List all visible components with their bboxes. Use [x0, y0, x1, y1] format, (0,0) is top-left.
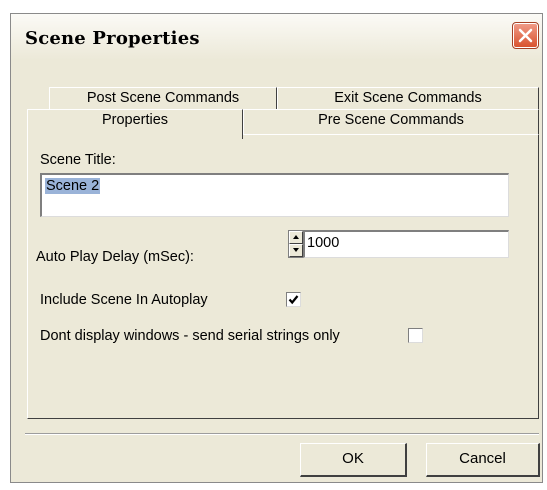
tab-exit-scene-commands[interactable]: Exit Scene Commands: [277, 87, 539, 109]
scene-title-value: Scene 2: [45, 178, 101, 194]
close-icon: [518, 28, 533, 43]
dialog-title: Scene Properties: [25, 28, 200, 49]
triangle-down-icon: [293, 248, 299, 252]
spin-down-button[interactable]: [289, 244, 303, 257]
include-autoplay-label: Include Scene In Autoplay: [40, 292, 208, 308]
scene-title-label: Scene Title:: [40, 152, 116, 168]
cancel-button[interactable]: Cancel: [426, 443, 540, 477]
ok-button-label: OK: [342, 450, 364, 467]
scene-properties-dialog: Scene Properties Post Scene Commands Exi…: [10, 13, 543, 483]
triangle-up-icon: [293, 235, 299, 239]
tab-properties[interactable]: Properties: [27, 109, 243, 139]
tab-label: Exit Scene Commands: [334, 90, 482, 106]
serial-only-label: Dont display windows - send serial strin…: [40, 328, 340, 344]
tab-pre-scene-commands[interactable]: Pre Scene Commands: [243, 109, 539, 135]
auto-play-delay-value: 1000: [307, 235, 340, 251]
tab-label: Properties: [101, 112, 169, 128]
tab-label: Pre Scene Commands: [318, 112, 464, 128]
close-button[interactable]: [512, 22, 539, 49]
scene-title-input[interactable]: Scene 2: [40, 173, 509, 217]
title-bar[interactable]: Scene Properties: [11, 14, 542, 60]
spin-up-button[interactable]: [289, 231, 303, 244]
cancel-button-label: Cancel: [459, 450, 506, 467]
tab-post-scene-commands[interactable]: Post Scene Commands: [49, 87, 277, 109]
auto-play-delay-input[interactable]: 1000: [303, 230, 509, 258]
checkmark-icon: [288, 295, 299, 305]
serial-only-checkbox[interactable]: [408, 328, 423, 343]
auto-play-delay-label: Auto Play Delay (mSec):: [36, 249, 194, 265]
ok-button[interactable]: OK: [300, 443, 407, 477]
auto-play-delay-spinner[interactable]: [288, 230, 304, 258]
separator: [25, 433, 539, 435]
include-autoplay-checkbox[interactable]: [286, 292, 301, 307]
tab-label: Post Scene Commands: [86, 90, 240, 106]
